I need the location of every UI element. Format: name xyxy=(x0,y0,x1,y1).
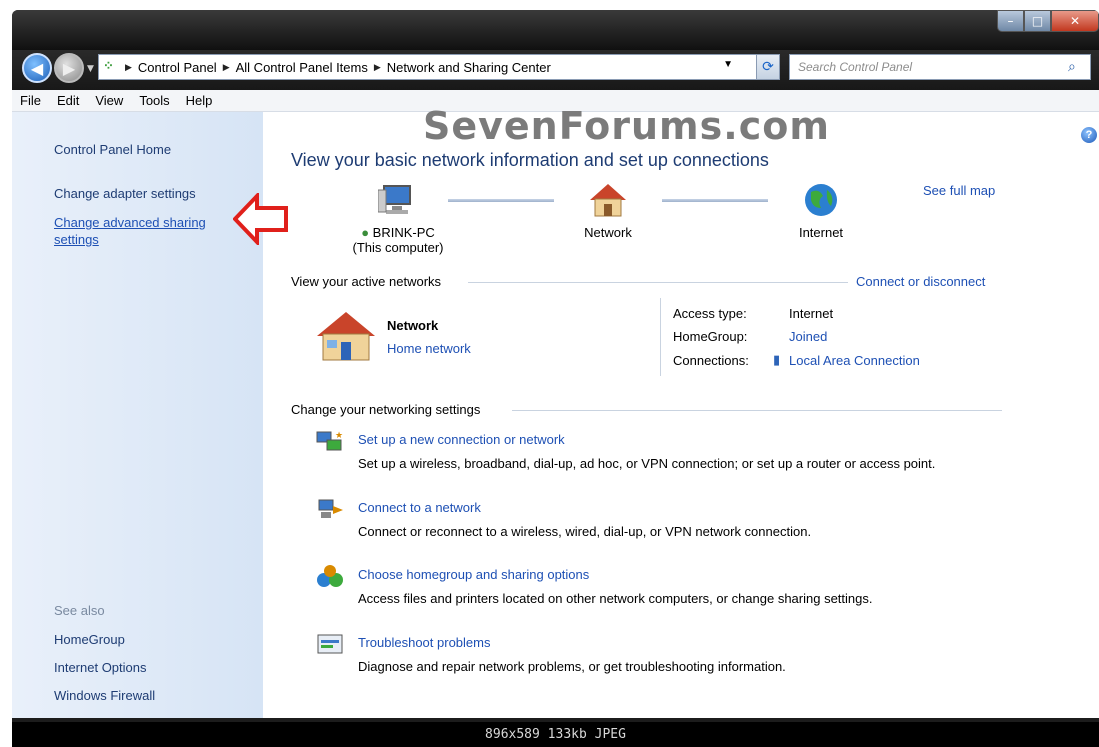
connect-network-icon xyxy=(318,499,343,518)
forward-arrow-icon[interactable]: ▶ xyxy=(54,53,84,83)
window-controls: – □ ✕ xyxy=(997,10,1099,32)
refresh-button[interactable]: ⟳ xyxy=(756,54,780,80)
task-troubleshoot-desc: Diagnose and repair network problems, or… xyxy=(358,659,786,674)
sidebar-item-advanced-sharing[interactable]: Change advanced sharing settings xyxy=(54,214,229,248)
see-full-map-link[interactable]: See full map xyxy=(923,183,995,198)
network-type-link[interactable]: Home network xyxy=(387,341,471,356)
breadcrumb-network-sharing[interactable]: Network and Sharing Center xyxy=(387,60,551,75)
breadcrumb-separator-icon[interactable]: ▶ xyxy=(374,62,381,73)
local-area-connection-link[interactable]: Local Area Connection xyxy=(789,353,920,368)
control-panel-icon: ⁘ xyxy=(103,58,114,73)
page-title: View your basic network information and … xyxy=(291,150,769,170)
vertical-divider xyxy=(660,298,661,376)
search-input[interactable]: Search Control Panel ⌕ xyxy=(789,54,1091,80)
computer-sub: (This computer) xyxy=(352,240,444,255)
refresh-icon: ⟳ xyxy=(762,59,774,75)
globe-icon xyxy=(805,184,837,216)
house-icon xyxy=(590,184,626,217)
active-networks-heading: View your active networks xyxy=(291,274,442,289)
network-name: Network xyxy=(387,318,439,333)
task-connect-network-link[interactable]: Connect to a network xyxy=(358,500,481,515)
home-network-icon xyxy=(317,312,375,361)
red-arrow-annotation-icon xyxy=(233,193,288,245)
image-info-bar: 896x589 133kb JPEG xyxy=(12,722,1099,747)
screenshot-frame: – □ ✕ ◀ ▶ ▼ ⁘ ▶ Control Panel ▶ All Cont… xyxy=(0,0,1099,747)
section-divider xyxy=(468,282,848,283)
task-homegroup-link[interactable]: Choose homegroup and sharing options xyxy=(358,567,589,582)
homegroup-icon xyxy=(317,565,343,587)
task-new-connection-desc: Set up a wireless, broadband, dial-up, a… xyxy=(358,456,936,471)
explorer-window: – □ ✕ ◀ ▶ ▼ ⁘ ▶ Control Panel ▶ All Cont… xyxy=(12,10,1099,722)
task-connect-network-desc: Connect or reconnect to a wireless, wire… xyxy=(358,524,812,539)
task-homegroup-desc: Access files and printers located on oth… xyxy=(358,591,873,606)
map-connector-line xyxy=(662,199,768,202)
map-internet-label: Internet xyxy=(798,225,844,240)
see-also-homegroup[interactable]: HomeGroup xyxy=(54,632,125,647)
map-connector-line xyxy=(448,199,554,202)
see-also-internet-options[interactable]: Internet Options xyxy=(54,660,147,675)
see-also-windows-firewall[interactable]: Windows Firewall xyxy=(54,688,155,703)
menu-view[interactable]: View xyxy=(87,93,131,108)
troubleshoot-icon xyxy=(317,634,343,654)
map-computer[interactable]: ● BRINK-PC (This computer) xyxy=(343,182,453,255)
map-network[interactable]: Network xyxy=(568,182,648,240)
navigation-bar: ◀ ▶ ▼ ⁘ ▶ Control Panel ▶ All Control Pa… xyxy=(12,50,1099,90)
map-network-label: Network xyxy=(584,225,632,240)
settings-heading: Change your networking settings xyxy=(291,402,481,417)
menu-tools[interactable]: Tools xyxy=(131,93,177,108)
help-icon[interactable]: ? xyxy=(1081,127,1097,143)
breadcrumb-separator-icon[interactable]: ▶ xyxy=(125,62,132,73)
back-arrow-icon[interactable]: ◀ xyxy=(22,53,52,83)
search-icon[interactable]: ⌕ xyxy=(1068,59,1090,75)
section-divider xyxy=(512,410,1002,411)
homegroup-label: HomeGroup: xyxy=(673,329,748,344)
access-type-label: Access type: xyxy=(673,306,747,321)
menu-edit[interactable]: Edit xyxy=(49,93,87,108)
svg-text:★: ★ xyxy=(335,431,343,441)
minimize-button[interactable]: – xyxy=(997,10,1024,32)
sidebar: Control Panel Home Change adapter settin… xyxy=(12,112,263,718)
menu-file[interactable]: File xyxy=(12,93,49,108)
sidebar-item-control-panel-home[interactable]: Control Panel Home xyxy=(54,142,171,157)
address-dropdown-icon[interactable]: ▼ xyxy=(723,59,733,70)
see-also-heading: See also xyxy=(54,603,105,618)
sidebar-item-change-adapter[interactable]: Change adapter settings xyxy=(54,186,196,201)
connections-label: Connections: xyxy=(673,353,749,368)
task-troubleshoot-link[interactable]: Troubleshoot problems xyxy=(358,635,490,650)
access-type-value: Internet xyxy=(789,306,834,321)
map-internet[interactable]: Internet xyxy=(781,182,861,240)
title-bar: – □ ✕ xyxy=(12,10,1099,50)
task-new-connection-link[interactable]: Set up a new connection or network xyxy=(358,432,565,447)
computer-icon xyxy=(377,185,411,214)
recent-pages-chevron-icon[interactable]: ▼ xyxy=(87,64,94,74)
address-bar[interactable]: ⁘ ▶ Control Panel ▶ All Control Panel It… xyxy=(98,54,766,80)
computer-name: BRINK-PC xyxy=(372,225,435,240)
breadcrumb-control-panel[interactable]: Control Panel xyxy=(138,60,217,75)
main-content: SevenForums.com ? View your basic networ… xyxy=(263,104,1099,718)
maximize-button[interactable]: □ xyxy=(1024,10,1051,32)
breadcrumb-all-items[interactable]: All Control Panel Items xyxy=(236,60,368,75)
menu-help[interactable]: Help xyxy=(178,93,221,108)
homegroup-small-icon: ● xyxy=(361,225,370,240)
breadcrumb-separator-icon[interactable]: ▶ xyxy=(223,62,230,73)
homegroup-value-link[interactable]: Joined xyxy=(789,329,827,344)
connect-disconnect-link[interactable]: Connect or disconnect xyxy=(856,274,985,289)
network-adapter-icon: ▮ xyxy=(773,352,781,367)
search-placeholder: Search Control Panel xyxy=(798,60,913,74)
watermark-text: SevenForums.com xyxy=(423,104,830,148)
new-connection-icon: ★ xyxy=(316,431,343,451)
close-button[interactable]: ✕ xyxy=(1051,10,1099,32)
